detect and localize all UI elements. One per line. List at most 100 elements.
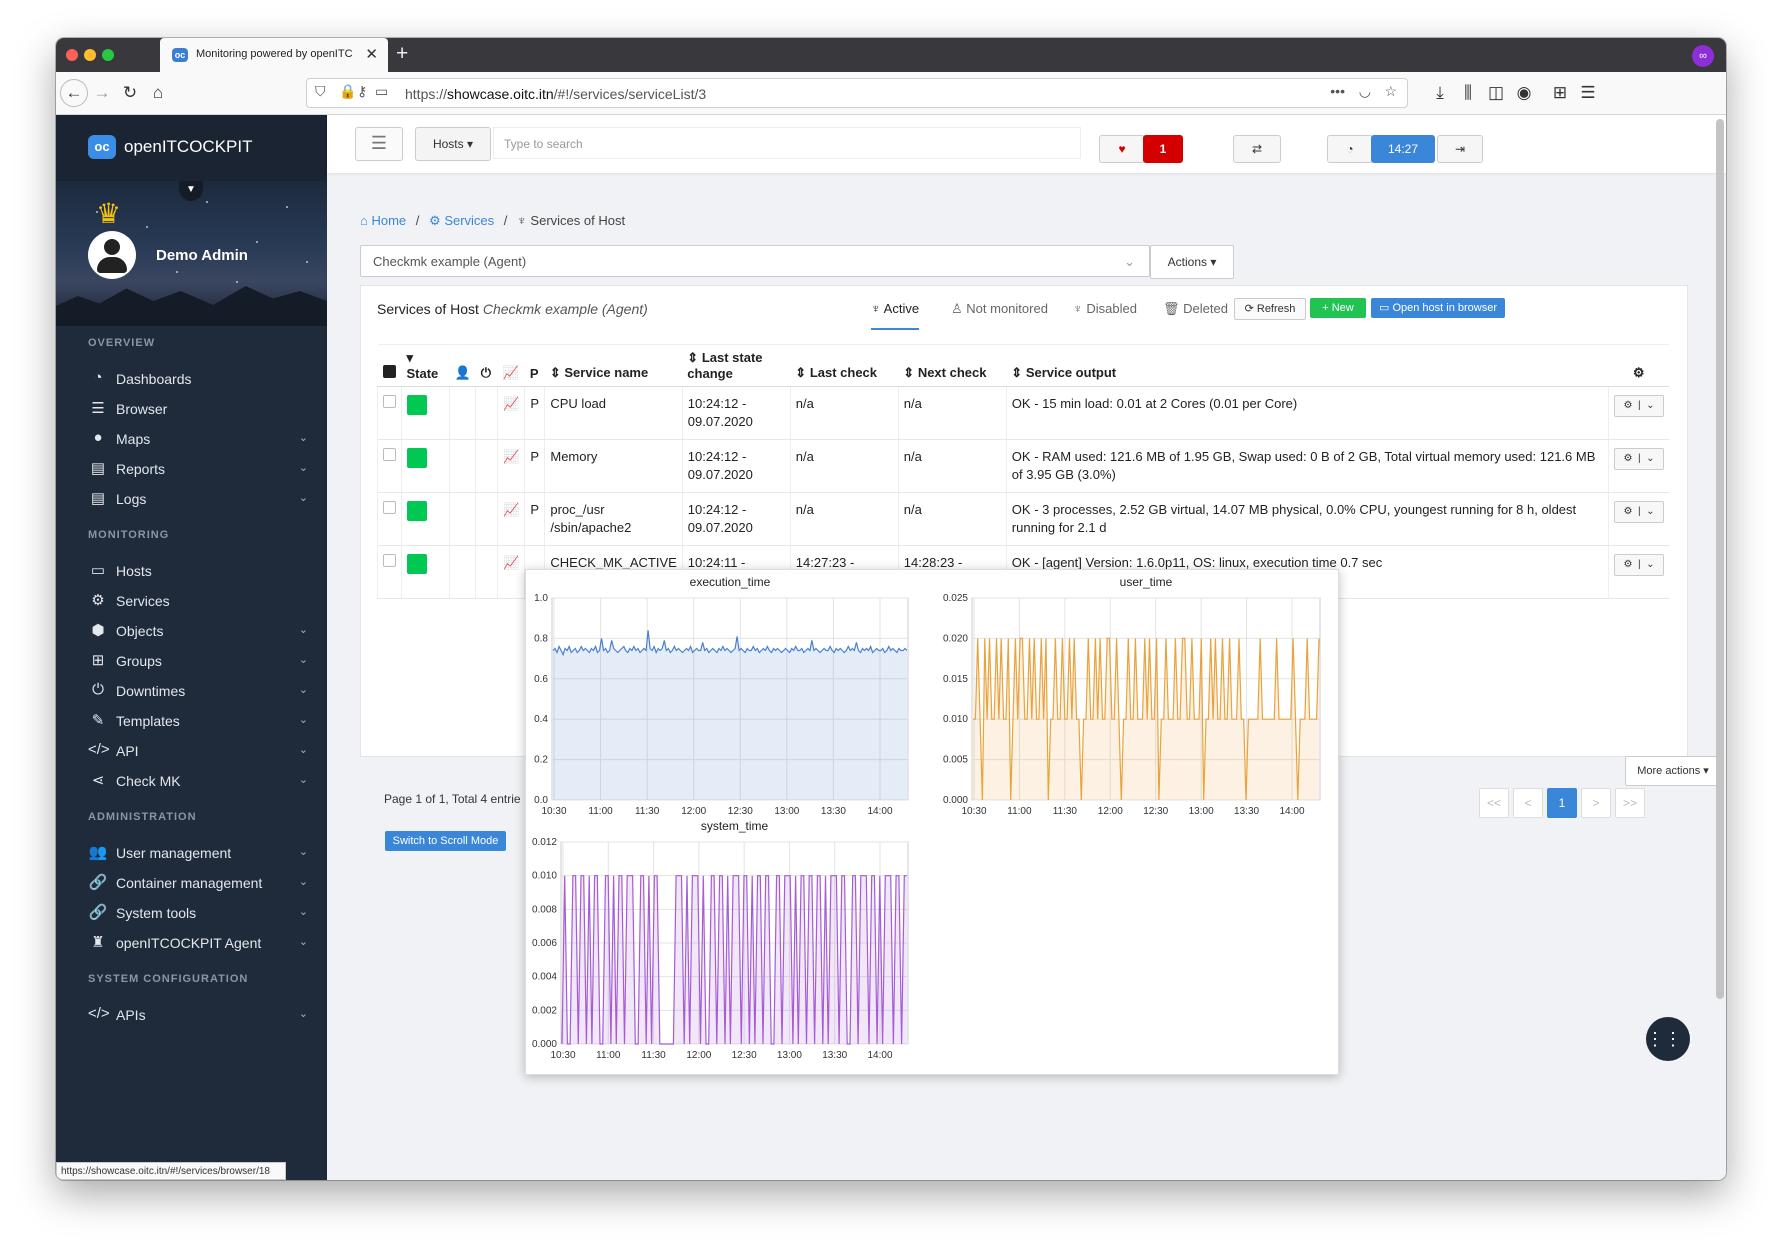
close-tab-icon[interactable]: ✕ bbox=[365, 45, 378, 63]
column-service-name[interactable]: ⇕ Service name bbox=[544, 344, 683, 387]
pocket-icon[interactable]: ◡ bbox=[1359, 83, 1371, 100]
menu-toggle-button[interactable]: ☰ bbox=[355, 127, 403, 161]
page-first[interactable]: << bbox=[1479, 788, 1509, 818]
logout-icon[interactable]: ⇥ bbox=[1437, 135, 1483, 163]
service-name-link[interactable]: proc_/usr /sbin/apache2 bbox=[544, 492, 683, 546]
page-current[interactable]: 1 bbox=[1547, 788, 1577, 818]
tab-not-monitored[interactable]: ♙ Not monitored bbox=[951, 301, 1048, 317]
row-checkbox[interactable] bbox=[377, 492, 402, 546]
avatar[interactable] bbox=[88, 231, 136, 279]
row-actions-button[interactable]: ⚙ | ⌄ bbox=[1614, 448, 1664, 470]
column-state[interactable]: ▾ State bbox=[401, 344, 450, 387]
service-name-link[interactable]: CPU load bbox=[544, 386, 683, 440]
key-icon[interactable]: ⚷ bbox=[357, 83, 367, 100]
row-checkbox[interactable] bbox=[377, 439, 402, 493]
graph-icon[interactable]: 📈 bbox=[497, 492, 525, 546]
sidebar-item-downtimes[interactable]: ⏻ Downtimes ⌄ bbox=[88, 681, 308, 703]
page-scrollbar[interactable] bbox=[1716, 119, 1724, 999]
brand[interactable]: oc openITCOCKPIT bbox=[56, 115, 327, 181]
library-icon[interactable]: ⫼ bbox=[1454, 79, 1482, 107]
account-icon[interactable]: ◉ bbox=[1510, 79, 1538, 107]
sidebar-item-api[interactable]: </> API ⌄ bbox=[88, 741, 308, 763]
refresh-button[interactable]: ⟳ Refresh bbox=[1234, 298, 1306, 320]
more-actions-button[interactable]: More actions ▾ bbox=[1625, 756, 1721, 786]
sidebar-item-hosts[interactable]: ▭ Hosts bbox=[88, 561, 308, 583]
tab-deleted[interactable]: 🗑 Deleted bbox=[1163, 301, 1228, 317]
sidebar-toggle-icon[interactable]: ◫ bbox=[1482, 79, 1510, 107]
tab-active[interactable]: ♆ Active bbox=[871, 301, 920, 330]
column-settings-icon[interactable]: ⚙ bbox=[1608, 344, 1669, 387]
sidebar-item-objects[interactable]: ⬢ Objects ⌄ bbox=[88, 621, 308, 643]
forward-icon[interactable]: → bbox=[88, 79, 116, 107]
service-name-link[interactable]: Memory bbox=[544, 439, 683, 493]
row-checkbox[interactable] bbox=[377, 386, 402, 440]
app-menu-icon[interactable]: ☰ bbox=[1574, 79, 1602, 107]
scroll-mode-button[interactable]: Switch to Scroll Mode bbox=[385, 831, 506, 851]
sidebar-item-container-management[interactable]: 🔗 Container management ⌄ bbox=[88, 873, 308, 895]
select-all-checkbox[interactable] bbox=[377, 344, 402, 387]
alert-count-badge[interactable]: 1 bbox=[1143, 135, 1183, 163]
new-tab-icon[interactable]: + bbox=[396, 42, 408, 66]
column-last-check[interactable]: ⇕ Last check bbox=[790, 344, 899, 387]
apps-grid-button[interactable]: ⋮⋮⋮ bbox=[1646, 1017, 1700, 1061]
sidebar-item-browser[interactable]: ☰ Browser bbox=[88, 399, 308, 421]
row-checkbox[interactable] bbox=[377, 545, 402, 599]
back-icon[interactable]: ← bbox=[60, 79, 88, 107]
sidebar-item-system-tools[interactable]: 🔗 System tools ⌄ bbox=[88, 903, 308, 925]
graph-icon[interactable]: 📈 bbox=[497, 439, 525, 493]
graph-icon[interactable]: 📈 bbox=[497, 545, 525, 599]
close-window-icon[interactable] bbox=[66, 49, 78, 61]
host-select[interactable]: Checkmk example (Agent) ⌄ bbox=[360, 245, 1150, 277]
column-next-check[interactable]: ⇕ Next check bbox=[898, 344, 1007, 387]
search-input[interactable]: Type to search bbox=[493, 127, 1081, 159]
lock-icon[interactable]: 🔒 bbox=[339, 83, 356, 100]
tab-disabled[interactable]: ♆ Disabled bbox=[1073, 301, 1137, 316]
more-options-icon[interactable]: ••• bbox=[1330, 83, 1345, 99]
url-bar[interactable]: ⛉ 🔒 ⚷ ▭ https://showcase.oitc.itn/#!/ser… bbox=[306, 78, 1408, 108]
page-last[interactable]: >> bbox=[1615, 788, 1645, 818]
table-row[interactable]: 📈 P Memory 10:24:12 - 09.07.2020 n/a n/a OK - … bbox=[377, 439, 1669, 493]
bookmark-star-icon[interactable]: ☆ bbox=[1384, 83, 1397, 100]
page-next[interactable]: > bbox=[1581, 788, 1611, 818]
y-tick-label: 0.010 bbox=[532, 871, 557, 882]
sidebar-item-openitcockpit-agent[interactable]: ♜ openITCOCKPIT Agent ⌄ bbox=[88, 933, 308, 955]
new-button[interactable]: + New bbox=[1310, 298, 1366, 318]
minimize-window-icon[interactable] bbox=[84, 49, 96, 61]
row-actions-button[interactable]: ⚙ | ⌄ bbox=[1614, 554, 1664, 576]
home-icon[interactable]: ⌂ bbox=[144, 79, 172, 107]
column-last-state-change[interactable]: ⇕ Last state change bbox=[682, 344, 791, 387]
sidebar-item-user-management[interactable]: 👥 User management ⌄ bbox=[88, 843, 308, 865]
extensions-icon[interactable]: ⊞ bbox=[1546, 79, 1574, 107]
shield-icon[interactable]: ⛉ bbox=[315, 83, 326, 100]
reload-icon[interactable]: ↻ bbox=[116, 79, 144, 107]
row-actions-button[interactable]: ⚙ | ⌄ bbox=[1614, 501, 1664, 523]
graph-icon[interactable]: 📈 bbox=[497, 386, 525, 440]
sidebar-item-groups[interactable]: ⊞ Groups ⌄ bbox=[88, 651, 308, 673]
table-row[interactable]: 📈 P CPU load 10:24:12 - 09.07.2020 n/a n/a OK … bbox=[377, 386, 1669, 440]
chevron-down-icon[interactable]: ▼ bbox=[179, 181, 203, 201]
page-prev[interactable]: < bbox=[1513, 788, 1543, 818]
open-host-button[interactable]: ▭ Open host in browser bbox=[1371, 298, 1505, 318]
sidebar-item-check-mk[interactable]: ⋖ Check MK ⌄ bbox=[88, 771, 308, 793]
sidebar-item-templates[interactable]: ✎ Templates ⌄ bbox=[88, 711, 308, 733]
browser-tab[interactable]: oc Monitoring powered by openITC ✕ bbox=[160, 38, 388, 72]
breadcrumb-home[interactable]: ⌂ Home bbox=[360, 213, 406, 228]
downloads-icon[interactable]: ⤓ bbox=[1426, 79, 1454, 107]
row-actions-button[interactable]: ⚙ | ⌄ bbox=[1614, 395, 1664, 417]
column-service-output[interactable]: ⇕ Service output bbox=[1006, 344, 1609, 387]
breadcrumb-services[interactable]: ⚙ Services bbox=[429, 213, 494, 228]
user-name[interactable]: Demo Admin bbox=[156, 247, 248, 264]
zoom-window-icon[interactable] bbox=[102, 49, 114, 61]
sidebar-item-logs[interactable]: ▤ Logs ⌄ bbox=[88, 489, 308, 511]
sidebar-item-apis[interactable]: </> APIs ⌄ bbox=[88, 1005, 308, 1027]
refresh-toggle-icon[interactable]: ⇄ bbox=[1233, 135, 1281, 163]
actions-button[interactable]: Actions ▾ bbox=[1150, 245, 1234, 279]
search-type-select[interactable]: Hosts ▾ bbox=[415, 127, 491, 161]
sidebar-item-maps[interactable]: ● Maps ⌄ bbox=[88, 429, 308, 451]
permissions-icon[interactable]: ▭ bbox=[375, 83, 388, 100]
heartbeat-icon[interactable]: ♥ bbox=[1099, 135, 1145, 163]
table-row[interactable]: 📈 Pproc_/usr /sbin/apache2 10:24:12 - 09.0… bbox=[377, 492, 1669, 546]
sidebar-item-reports[interactable]: ▤ Reports ⌄ bbox=[88, 459, 308, 481]
sidebar-item-dashboards[interactable]: ◔ Dashboards bbox=[88, 369, 308, 391]
sidebar-item-services[interactable]: ⚙ Services bbox=[88, 591, 308, 613]
